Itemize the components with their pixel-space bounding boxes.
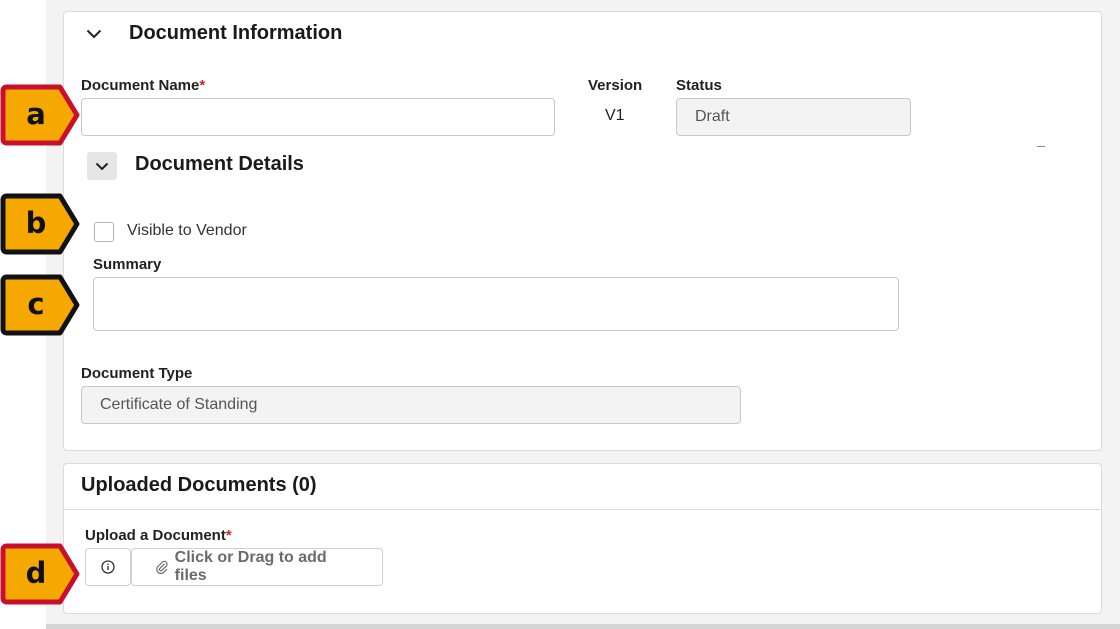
collapse-document-information-button[interactable] bbox=[82, 22, 106, 46]
uploaded-documents-divider bbox=[64, 509, 1101, 510]
upload-document-label: Upload a Document* bbox=[85, 527, 232, 544]
required-asterisk: * bbox=[225, 527, 232, 544]
chevron-down-icon bbox=[95, 162, 109, 170]
status-field: Draft bbox=[676, 98, 911, 136]
uploaded-documents-card: Uploaded Documents (0) Upload a Document… bbox=[63, 463, 1102, 614]
visible-to-vendor-checkbox[interactable] bbox=[94, 222, 114, 242]
document-name-label-text: Document Name bbox=[81, 77, 200, 94]
required-asterisk: * bbox=[199, 77, 206, 94]
uploaded-documents-title: Uploaded Documents (0) bbox=[81, 474, 317, 496]
callout-letter: a bbox=[26, 97, 46, 131]
callout-badge-d: d bbox=[0, 543, 80, 605]
status-label: Status bbox=[676, 77, 722, 94]
divider-tick bbox=[1037, 146, 1045, 147]
callout-badge-b: b bbox=[0, 193, 80, 255]
callout-badge-c: c bbox=[0, 274, 80, 336]
callout-badge-a: a bbox=[0, 84, 80, 146]
summary-input[interactable] bbox=[93, 277, 899, 331]
document-type-field: Certificate of Standing bbox=[81, 386, 741, 424]
summary-label: Summary bbox=[93, 256, 162, 273]
version-label: Version bbox=[588, 77, 643, 94]
callout-letter: d bbox=[25, 556, 47, 590]
document-type-label: Document Type bbox=[81, 365, 193, 382]
document-information-card: Document Information Document Name* Vers… bbox=[63, 11, 1102, 451]
upload-info-button[interactable] bbox=[85, 548, 131, 586]
info-icon bbox=[101, 560, 115, 574]
callout-letter: c bbox=[27, 287, 45, 321]
dropzone-label: Click or Drag to add files bbox=[174, 549, 327, 584]
document-name-label: Document Name* bbox=[81, 77, 205, 94]
chevron-down-icon bbox=[86, 29, 102, 39]
version-value: V1 bbox=[605, 107, 625, 124]
document-name-input[interactable] bbox=[81, 98, 555, 136]
visible-to-vendor-label: Visible to Vendor bbox=[127, 222, 247, 239]
bottom-scroll-edge bbox=[46, 624, 1120, 629]
callout-letter: b bbox=[25, 206, 47, 240]
collapse-document-details-button[interactable] bbox=[87, 152, 117, 180]
upload-document-label-text: Upload a Document bbox=[85, 527, 226, 544]
document-information-title: Document Information bbox=[129, 22, 343, 44]
paperclip-icon bbox=[156, 560, 168, 574]
document-details-title: Document Details bbox=[135, 153, 304, 175]
file-dropzone-button[interactable]: Click or Drag to add files bbox=[131, 548, 383, 586]
